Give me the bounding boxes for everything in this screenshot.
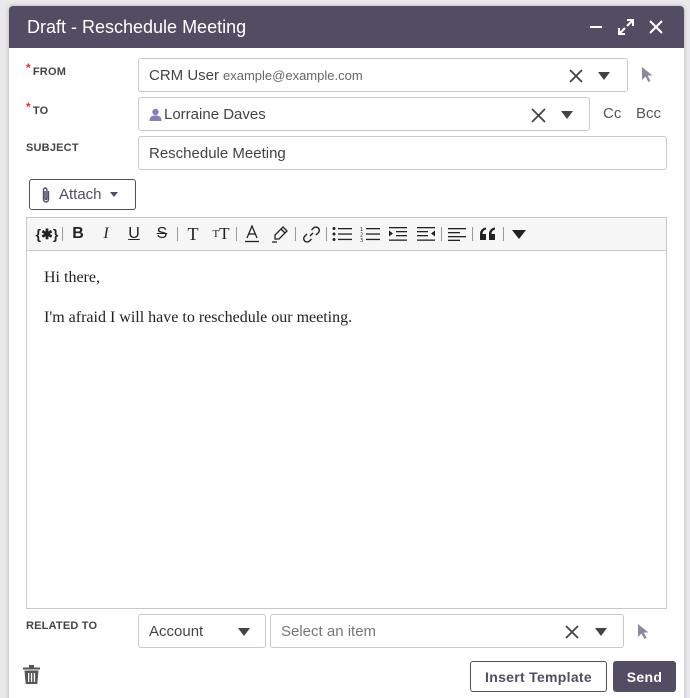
from-name: CRM User <box>149 66 219 84</box>
toolbar-separator <box>62 227 63 241</box>
trash-icon[interactable] <box>23 665 40 689</box>
blockquote-icon[interactable] <box>474 221 502 247</box>
to-label: * TO <box>26 100 49 117</box>
attach-button[interactable]: Attach <box>29 179 136 210</box>
bcc-link[interactable]: Bcc <box>636 105 661 122</box>
indent-icon[interactable] <box>384 221 412 247</box>
toolbar-separator <box>503 227 504 241</box>
related-type-select[interactable]: Account <box>138 614 266 648</box>
from-dropdown-icon[interactable] <box>596 69 612 83</box>
font-size-icon[interactable]: TT <box>207 221 235 247</box>
cc-link[interactable]: Cc <box>603 105 621 122</box>
subject-value: Reschedule Meeting <box>149 144 286 162</box>
to-recipient-select[interactable]: Lorraine Daves <box>138 97 590 131</box>
outdent-icon[interactable] <box>412 221 440 247</box>
to-recipient-name: Lorraine Daves <box>164 105 266 123</box>
subject-input[interactable]: Reschedule Meeting <box>138 136 667 170</box>
toolbar-separator <box>326 227 327 241</box>
close-icon[interactable] <box>641 12 671 42</box>
more-tools-icon[interactable] <box>505 221 533 247</box>
to-dropdown-icon[interactable] <box>559 108 575 122</box>
from-label: * FROM <box>26 61 67 78</box>
contact-person-icon <box>149 108 162 121</box>
variables-icon[interactable]: {✱} <box>33 221 61 247</box>
strikethrough-icon[interactable]: S <box>148 221 176 247</box>
related-type-value: Account <box>149 622 204 640</box>
body-line: Hi there, <box>44 269 100 286</box>
align-left-icon[interactable] <box>443 221 471 247</box>
from-select[interactable]: CRM User example@example.com <box>138 58 628 92</box>
highlight-icon[interactable] <box>266 221 294 247</box>
message-editor: {✱} B I U S T TT 123 Hi there, I'm afrai… <box>26 217 667 609</box>
bullet-list-icon[interactable] <box>328 221 356 247</box>
font-family-icon[interactable]: T <box>179 221 207 247</box>
dialog-titlebar: Draft - Reschedule Meeting <box>9 6 684 48</box>
related-item-placeholder: Select an item <box>281 622 377 640</box>
clear-from-icon[interactable] <box>567 67 585 85</box>
send-button[interactable]: Send <box>613 661 676 692</box>
link-icon[interactable] <box>297 221 325 247</box>
numbered-list-icon[interactable]: 123 <box>356 221 384 247</box>
clear-to-icon[interactable] <box>529 106 547 124</box>
insert-template-button[interactable]: Insert Template <box>470 661 607 692</box>
italic-icon[interactable]: I <box>92 221 120 247</box>
email-compose-dialog: Draft - Reschedule Meeting * FROM CRM Use… <box>9 6 684 698</box>
editor-toolbar: {✱} B I U S T TT 123 <box>27 218 666 251</box>
text-color-icon[interactable] <box>238 221 266 247</box>
select-related-pointer-icon[interactable] <box>637 623 651 645</box>
select-from-pointer-icon[interactable] <box>641 66 655 88</box>
expand-icon[interactable] <box>611 12 641 42</box>
subject-label: SUBJECT <box>26 142 79 154</box>
related-to-label: RELATED TO <box>26 620 98 632</box>
clear-related-item-icon[interactable] <box>563 623 581 641</box>
minimize-icon[interactable] <box>581 12 611 42</box>
toolbar-separator <box>236 227 237 241</box>
svg-text:3: 3 <box>360 238 363 242</box>
toolbar-separator <box>472 227 473 241</box>
underline-icon[interactable]: U <box>120 221 148 247</box>
related-item-dropdown-icon[interactable] <box>593 625 609 639</box>
dialog-title: Draft - Reschedule Meeting <box>27 16 247 37</box>
toolbar-separator <box>295 227 296 241</box>
related-type-dropdown-icon[interactable] <box>236 625 252 639</box>
paperclip-icon <box>41 186 51 203</box>
attach-caret-icon <box>109 192 118 197</box>
body-line: I'm afraid I will have to reschedule our… <box>44 309 353 326</box>
from-email: example@example.com <box>223 67 363 83</box>
attach-label: Attach <box>59 186 102 203</box>
bold-icon[interactable]: B <box>64 221 92 247</box>
related-item-select[interactable]: Select an item <box>270 614 624 648</box>
message-body[interactable]: Hi there, I'm afraid I will have to resc… <box>27 251 666 367</box>
toolbar-separator <box>177 227 178 241</box>
toolbar-separator <box>441 227 442 241</box>
